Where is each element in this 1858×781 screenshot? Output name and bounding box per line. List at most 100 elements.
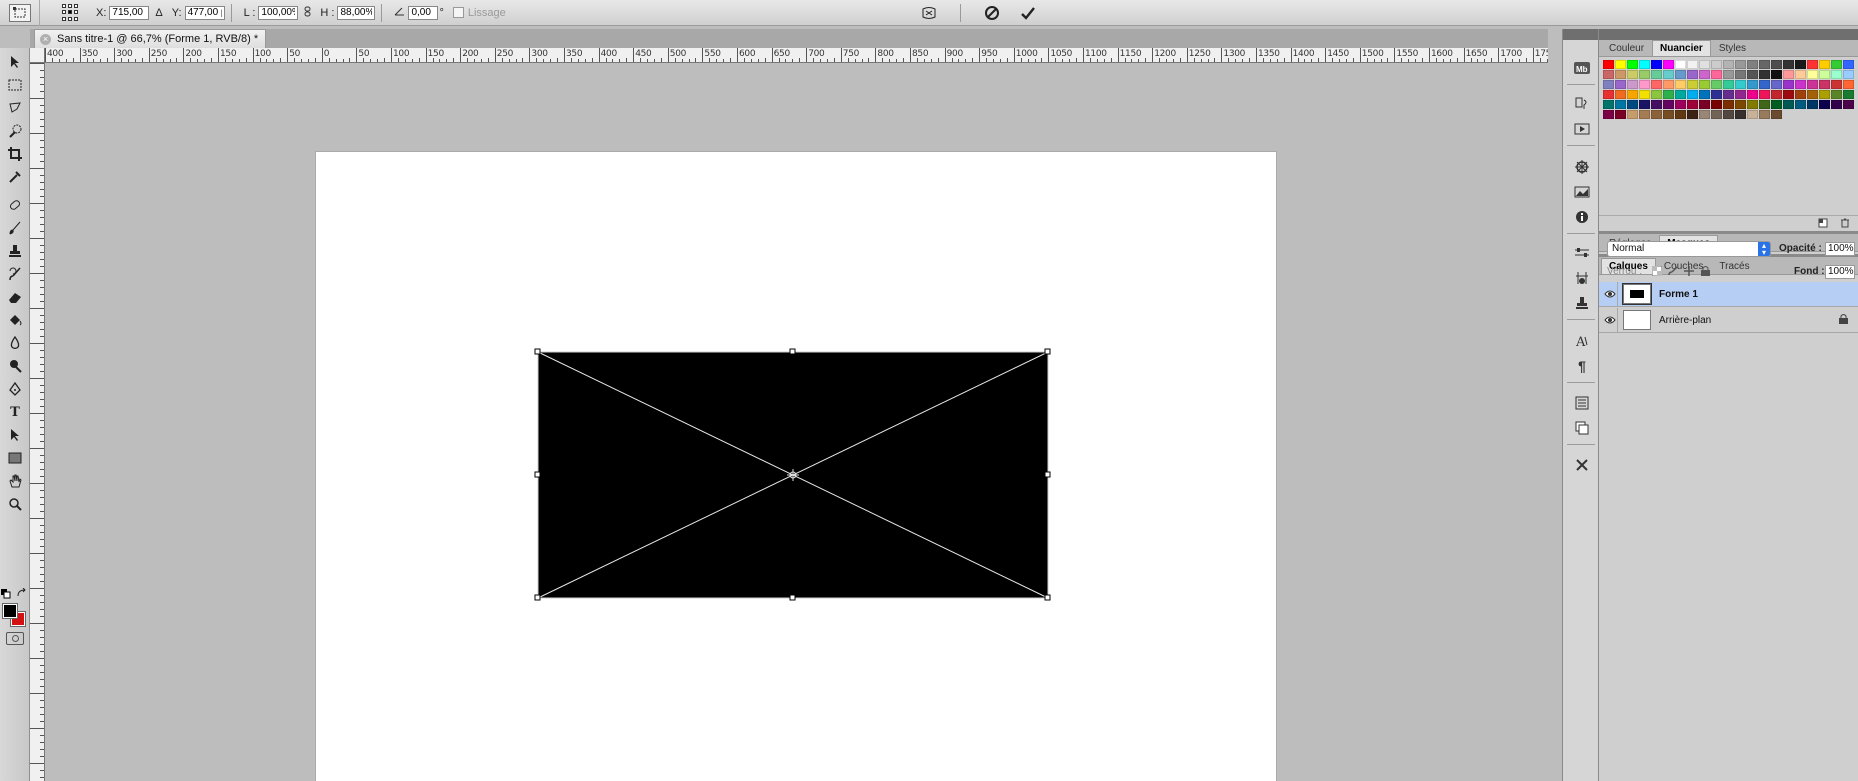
color-swatch[interactable] <box>1651 70 1662 79</box>
color-swatch[interactable] <box>1615 70 1626 79</box>
actions-icon[interactable] <box>1571 119 1593 139</box>
color-swatch[interactable] <box>1819 90 1830 99</box>
color-swatch[interactable] <box>1615 80 1626 89</box>
color-swatch[interactable] <box>1663 80 1674 89</box>
color-swatch[interactable] <box>1603 70 1614 79</box>
opacity-input[interactable]: 100% <box>1825 242 1855 256</box>
document-canvas[interactable] <box>316 152 1276 781</box>
color-swatch[interactable] <box>1699 100 1710 109</box>
color-swatch[interactable] <box>1843 60 1854 69</box>
cancel-transform-icon[interactable] <box>981 2 1003 24</box>
panel-group-header[interactable] <box>1599 29 1858 40</box>
swap-colors-icon[interactable] <box>16 586 28 600</box>
color-swatch[interactable] <box>1627 110 1638 119</box>
color-swatch[interactable] <box>1723 80 1734 89</box>
color-swatch[interactable] <box>1627 100 1638 109</box>
color-swatch[interactable] <box>1687 80 1698 89</box>
visibility-eye-icon[interactable] <box>1602 281 1618 307</box>
color-swatch[interactable] <box>1651 80 1662 89</box>
tab-nuancier[interactable]: Nuancier <box>1652 40 1711 56</box>
color-swatch[interactable] <box>1615 60 1626 69</box>
color-swatch[interactable] <box>1807 80 1818 89</box>
color-swatch[interactable] <box>1747 80 1758 89</box>
warp-mode-icon[interactable] <box>918 2 940 24</box>
color-swatch[interactable] <box>1723 100 1734 109</box>
tab-couleur[interactable]: Couleur <box>1601 40 1652 56</box>
lock-position-icon[interactable] <box>1683 265 1695 277</box>
layer-row-arriere-plan[interactable]: Arrière-plan <box>1599 307 1858 333</box>
color-swatch[interactable] <box>1603 60 1614 69</box>
layer-name[interactable]: Forme 1 <box>1659 289 1698 300</box>
color-swatch[interactable] <box>1615 90 1626 99</box>
horizontal-ruler[interactable]: 400 350 300 250 200 150 100 50 0 50 100 150 200 250 30… <box>45 48 1548 63</box>
color-swatch[interactable] <box>1711 80 1722 89</box>
color-swatch[interactable] <box>1711 100 1722 109</box>
color-swatch[interactable] <box>1747 100 1758 109</box>
color-swatch[interactable] <box>1675 110 1686 119</box>
color-swatch[interactable] <box>1615 100 1626 109</box>
color-swatch[interactable] <box>1819 80 1830 89</box>
color-swatch[interactable] <box>1651 90 1662 99</box>
crop-tool-icon[interactable] <box>4 144 26 164</box>
visibility-eye-icon[interactable] <box>1602 307 1618 333</box>
clone-source-icon[interactable] <box>1571 293 1593 313</box>
color-swatch[interactable] <box>1651 110 1662 119</box>
transform-handle-left[interactable] <box>534 471 541 478</box>
layers-stack-icon[interactable] <box>1571 418 1593 438</box>
y-position-input[interactable] <box>184 5 225 20</box>
quick-selection-tool-icon[interactable] <box>4 121 26 141</box>
character-icon[interactable]: A <box>1571 331 1593 351</box>
color-swatch[interactable] <box>1711 60 1722 69</box>
close-tab-icon[interactable]: × <box>40 33 51 45</box>
x-position-input[interactable] <box>109 5 150 20</box>
color-swatch[interactable] <box>1771 70 1782 79</box>
lock-image-pixels-icon[interactable] <box>1667 265 1679 277</box>
reference-point-grid[interactable] <box>62 3 80 22</box>
color-swatch[interactable] <box>1711 110 1722 119</box>
color-swatch[interactable] <box>1747 110 1758 119</box>
color-swatch[interactable] <box>1747 70 1758 79</box>
lock-transparent-pixels-icon[interactable] <box>1651 265 1663 277</box>
type-tool-icon[interactable]: T <box>4 402 26 422</box>
quick-mask-icon[interactable] <box>6 632 24 645</box>
color-swatch[interactable] <box>1711 70 1722 79</box>
color-swatch[interactable] <box>1663 70 1674 79</box>
color-swatch[interactable] <box>1819 70 1830 79</box>
color-swatch[interactable] <box>1771 110 1782 119</box>
layer-row-forme-1[interactable]: Forme 1 <box>1599 281 1858 307</box>
color-swatch[interactable] <box>1603 90 1614 99</box>
lock-all-icon[interactable] <box>1699 265 1711 277</box>
ruler-origin[interactable] <box>30 48 45 63</box>
document-tab[interactable]: × Sans titre-1 @ 66,7% (Forme 1, RVB/8) … <box>34 29 266 48</box>
transform-handle-top[interactable] <box>789 348 796 355</box>
transform-handle-right[interactable] <box>1044 471 1051 478</box>
color-swatch[interactable] <box>1639 80 1650 89</box>
link-proportions-icon[interactable] <box>304 6 311 20</box>
color-swatch[interactable] <box>1759 100 1770 109</box>
blend-mode-select[interactable]: Normal ▴ ▾ <box>1607 241 1771 257</box>
color-swatch[interactable] <box>1771 90 1782 99</box>
color-swatch[interactable] <box>1843 70 1854 79</box>
color-swatch[interactable] <box>1843 100 1854 109</box>
transform-handle-top-right[interactable] <box>1044 348 1051 355</box>
color-swatch[interactable] <box>1759 90 1770 99</box>
transform-handle-bottom[interactable] <box>789 594 796 601</box>
color-swatch[interactable] <box>1795 60 1806 69</box>
paint-bucket-tool-icon[interactable] <box>4 310 26 330</box>
color-swatch[interactable] <box>1771 100 1782 109</box>
dodge-tool-icon[interactable] <box>4 356 26 376</box>
color-swatch[interactable] <box>1783 60 1794 69</box>
color-swatch[interactable] <box>1783 70 1794 79</box>
healing-brush-tool-icon[interactable] <box>4 195 26 215</box>
move-tool-icon[interactable] <box>4 52 26 72</box>
foreground-color-swatch[interactable] <box>2 603 18 619</box>
color-swatch[interactable] <box>1723 70 1734 79</box>
color-swatch[interactable] <box>1723 110 1734 119</box>
mini-bridge-icon[interactable]: Mb <box>1571 58 1593 78</box>
lasso-tool-icon[interactable] <box>4 98 26 118</box>
blur-tool-icon[interactable] <box>4 333 26 353</box>
color-swatch[interactable] <box>1735 80 1746 89</box>
marquee-tool-icon[interactable] <box>4 75 26 95</box>
color-swatch[interactable] <box>1807 70 1818 79</box>
tool-presets-icon[interactable] <box>1571 455 1593 475</box>
